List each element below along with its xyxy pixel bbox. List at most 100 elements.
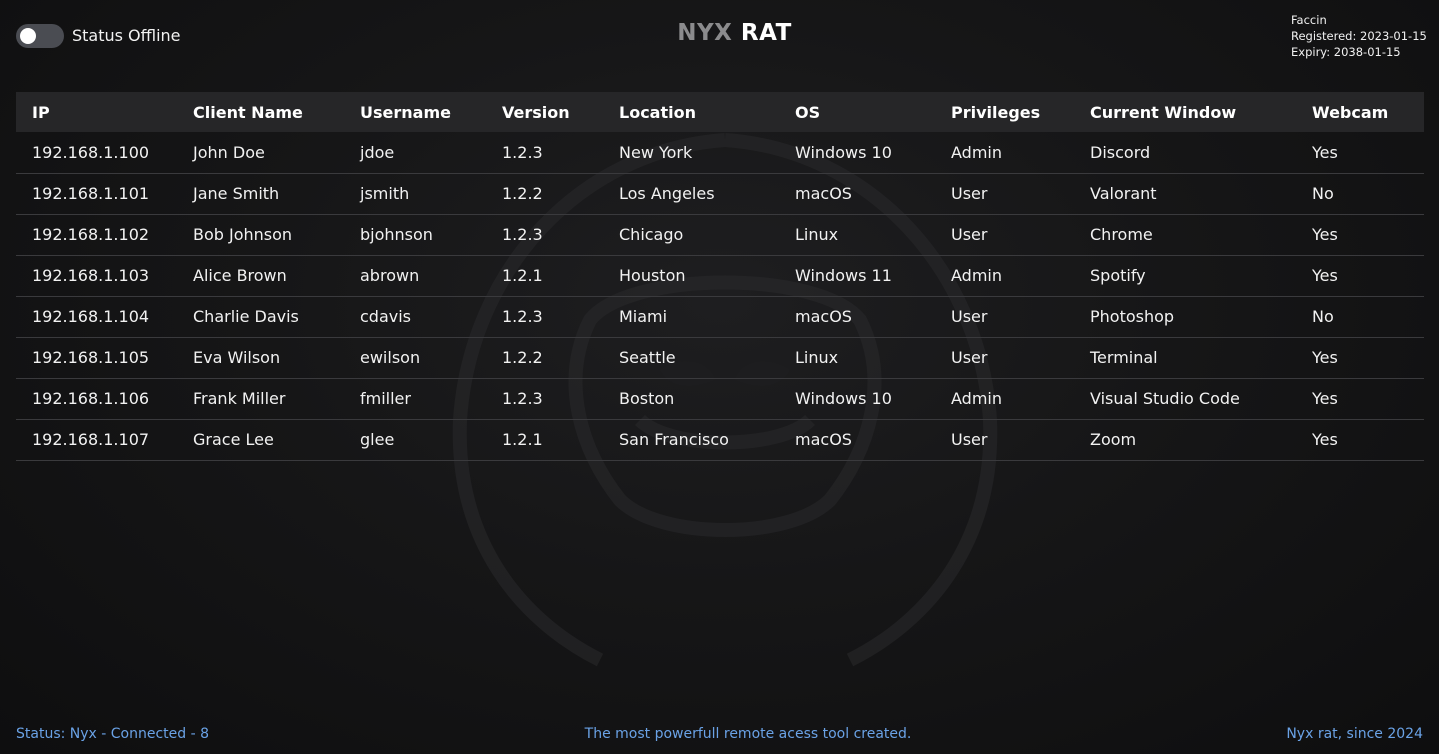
table-row[interactable]: 192.168.1.103 Alice Brown abrown 1.2.1 Houst… — [16, 255, 1424, 297]
table-cell: Houston — [603, 255, 779, 297]
table-cell: Jane Smith — [177, 173, 344, 215]
table-row[interactable]: 192.168.1.102 Bob Johnson bjohnson 1.2.3 Chi… — [16, 214, 1424, 256]
table-cell: Linux — [779, 337, 935, 379]
table-cell: Seattle — [603, 337, 779, 379]
column-header[interactable]: Webcam — [1296, 92, 1424, 132]
table-cell: Boston — [603, 378, 779, 420]
table-cell: Terminal — [1074, 337, 1296, 379]
table-cell: Linux — [779, 214, 935, 256]
table-cell: John Doe — [177, 132, 344, 174]
app-title-part2: RAT — [740, 20, 792, 46]
table-cell: 1.2.2 — [486, 173, 603, 215]
column-header[interactable]: Location — [603, 92, 779, 132]
table-cell: Frank Miller — [177, 378, 344, 420]
table-cell: 1.2.1 — [486, 255, 603, 297]
table-cell: 192.168.1.101 — [16, 173, 177, 215]
table-cell: Visual Studio Code — [1074, 378, 1296, 420]
user-name: Faccin — [1291, 13, 1327, 27]
table-cell: User — [935, 173, 1074, 215]
table-cell: ewilson — [344, 337, 486, 379]
table-cell: 1.2.3 — [486, 132, 603, 174]
table-cell: cdavis — [344, 296, 486, 338]
table-cell: 1.2.3 — [486, 214, 603, 256]
table-cell: Los Angeles — [603, 173, 779, 215]
table-cell: Admin — [935, 378, 1074, 420]
table-cell: 192.168.1.100 — [16, 132, 177, 174]
table-header-row: IP Client Name Username Version Location OS Pr… — [16, 92, 1424, 132]
table-row[interactable]: 192.168.1.101 Jane Smith jsmith 1.2.2 Los An… — [16, 173, 1424, 215]
table-cell: No — [1296, 296, 1424, 338]
column-header[interactable]: Privileges — [935, 92, 1074, 132]
table-cell: Eva Wilson — [177, 337, 344, 379]
column-header[interactable]: Version — [486, 92, 603, 132]
table-cell: 192.168.1.106 — [16, 378, 177, 420]
table-cell: Yes — [1296, 255, 1424, 297]
table-cell: Valorant — [1074, 173, 1296, 215]
table-cell: 1.2.2 — [486, 337, 603, 379]
table-cell: 1.2.3 — [486, 296, 603, 338]
table-body: 192.168.1.100 John Doe jdoe 1.2.3 New York Wi… — [16, 132, 1424, 461]
table-cell: Windows 11 — [779, 255, 935, 297]
table-row[interactable]: 192.168.1.104 Charlie Davis cdavis 1.2.3 Mia… — [16, 296, 1424, 338]
table-cell: 192.168.1.102 — [16, 214, 177, 256]
table-cell: User — [935, 296, 1074, 338]
table-cell: fmiller — [344, 378, 486, 420]
table-cell: 192.168.1.103 — [16, 255, 177, 297]
app-title: NYX RAT — [0, 20, 1439, 46]
table-cell: Yes — [1296, 419, 1424, 461]
table-cell: bjohnson — [344, 214, 486, 256]
footer: Status: Nyx - Connected - 8 The most pow… — [0, 725, 1439, 745]
column-header[interactable]: Client Name — [177, 92, 344, 132]
table-cell: jdoe — [344, 132, 486, 174]
footer-credit: Nyx rat, since 2024 — [1286, 726, 1423, 742]
table-cell: Windows 10 — [779, 132, 935, 174]
table-cell: Grace Lee — [177, 419, 344, 461]
table-cell: jsmith — [344, 173, 486, 215]
table-cell: Yes — [1296, 337, 1424, 379]
column-header[interactable]: Current Window — [1074, 92, 1296, 132]
column-header[interactable]: OS — [779, 92, 935, 132]
table-cell: 192.168.1.107 — [16, 419, 177, 461]
top-bar: Status Offline NYX RAT Faccin Registered… — [0, 0, 1439, 80]
table-cell: Yes — [1296, 132, 1424, 174]
table-cell: Alice Brown — [177, 255, 344, 297]
table-cell: User — [935, 419, 1074, 461]
table-cell: macOS — [779, 173, 935, 215]
table-cell: Windows 10 — [779, 378, 935, 420]
table-row[interactable]: 192.168.1.100 John Doe jdoe 1.2.3 New York Wi… — [16, 132, 1424, 174]
table-cell: New York — [603, 132, 779, 174]
table-cell: 192.168.1.105 — [16, 337, 177, 379]
table-cell: 192.168.1.104 — [16, 296, 177, 338]
table-row[interactable]: 192.168.1.106 Frank Miller fmiller 1.2.3 Bos… — [16, 378, 1424, 420]
table-cell: 1.2.3 — [486, 378, 603, 420]
license-info: Faccin Registered: 2023-01-15 Expiry: 20… — [1291, 12, 1436, 60]
table-cell: Chrome — [1074, 214, 1296, 256]
table-cell: Miami — [603, 296, 779, 338]
table-cell: Admin — [935, 255, 1074, 297]
registered-date: Registered: 2023-01-15 — [1291, 29, 1427, 43]
table-cell: abrown — [344, 255, 486, 297]
table-cell: 1.2.1 — [486, 419, 603, 461]
table-cell: Chicago — [603, 214, 779, 256]
table-cell: No — [1296, 173, 1424, 215]
table-cell: San Francisco — [603, 419, 779, 461]
table-cell: Bob Johnson — [177, 214, 344, 256]
table-cell: Spotify — [1074, 255, 1296, 297]
table-cell: Yes — [1296, 214, 1424, 256]
column-header[interactable]: IP — [16, 92, 177, 132]
table-cell: Zoom — [1074, 419, 1296, 461]
table-cell: Charlie Davis — [177, 296, 344, 338]
table-cell: User — [935, 214, 1074, 256]
clients-table-container: IP Client Name Username Version Location OS Pr… — [16, 92, 1424, 461]
clients-table: IP Client Name Username Version Location OS Pr… — [16, 92, 1424, 461]
column-header[interactable]: Username — [344, 92, 486, 132]
footer-tagline: The most powerfull remote acess tool cre… — [584, 726, 912, 742]
table-cell: macOS — [779, 419, 935, 461]
app-title-part1: NYX — [677, 20, 733, 46]
table-cell: glee — [344, 419, 486, 461]
table-row[interactable]: 192.168.1.105 Eva Wilson ewilson 1.2.2 Seatt… — [16, 337, 1424, 379]
expiry-date: Expiry: 2038-01-15 — [1291, 45, 1401, 59]
table-cell: User — [935, 337, 1074, 379]
table-cell: macOS — [779, 296, 935, 338]
table-row[interactable]: 192.168.1.107 Grace Lee glee 1.2.1 San Franc… — [16, 419, 1424, 461]
